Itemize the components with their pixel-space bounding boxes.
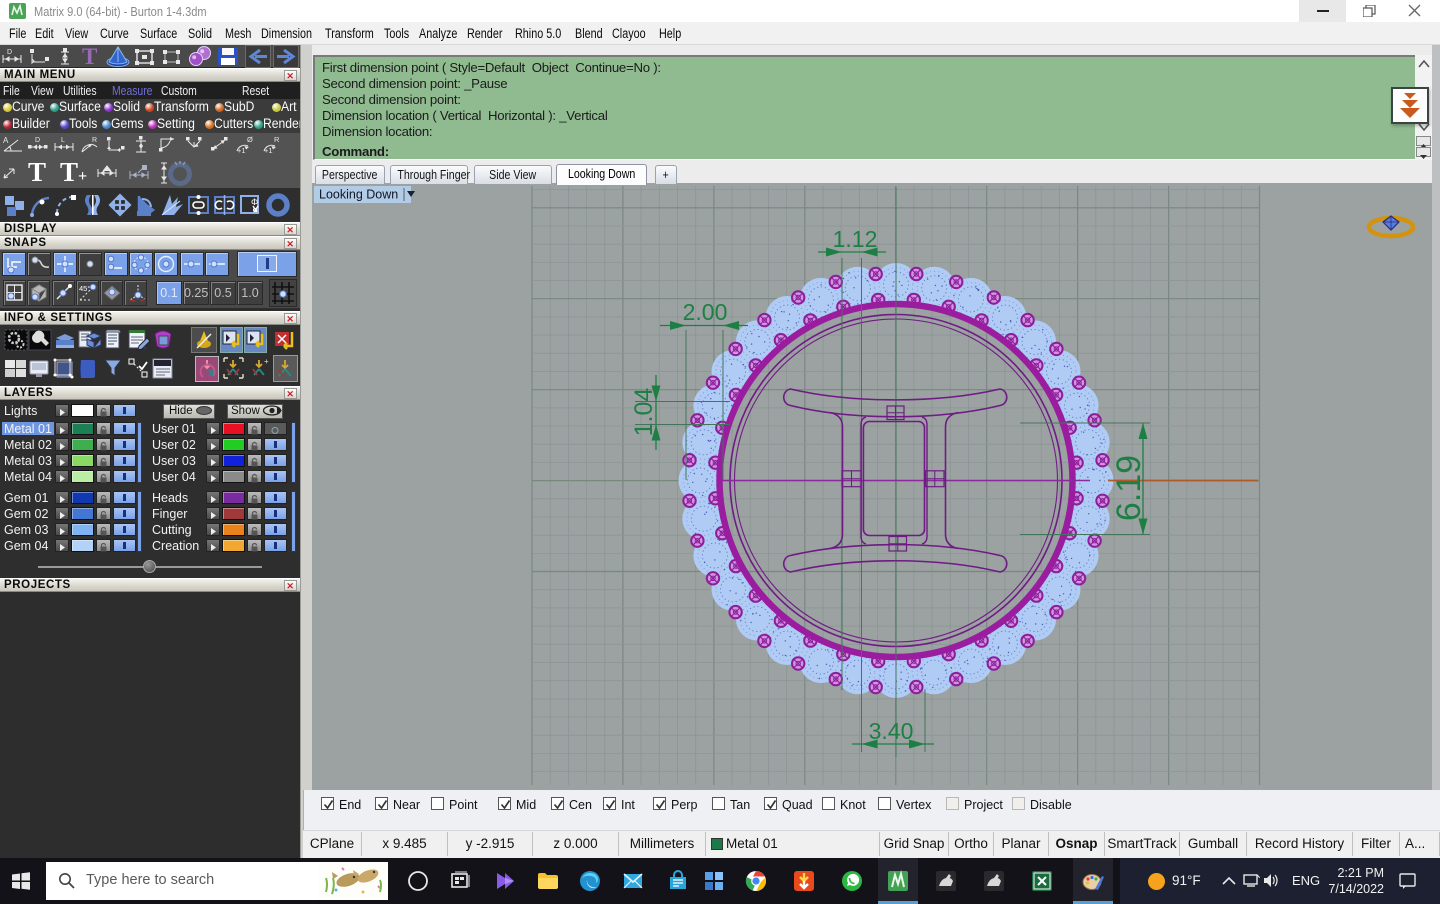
svg-text:1.04: 1.04 [630, 388, 658, 437]
svg-text:D: D [7, 49, 12, 56]
svg-text:Looking Down: Looking Down [319, 188, 398, 202]
svg-text:R: R [92, 137, 97, 144]
svg-text:L: L [61, 137, 65, 144]
svg-text:Φ: Φ [251, 197, 258, 207]
svg-text:Ø: Ø [247, 135, 253, 144]
svg-text:+1: +1 [264, 146, 273, 155]
svg-text:+1: +1 [237, 146, 246, 155]
svg-text:1.12: 1.12 [833, 226, 878, 252]
svg-text:D: D [35, 137, 40, 144]
svg-text:6.19: 6.19 [1110, 455, 1148, 521]
svg-text:3.40: 3.40 [869, 718, 914, 744]
svg-text:2.00: 2.00 [683, 299, 728, 325]
svg-text:R: R [274, 135, 280, 144]
svg-text:A: A [3, 136, 9, 145]
svg-text:+: + [264, 357, 269, 366]
